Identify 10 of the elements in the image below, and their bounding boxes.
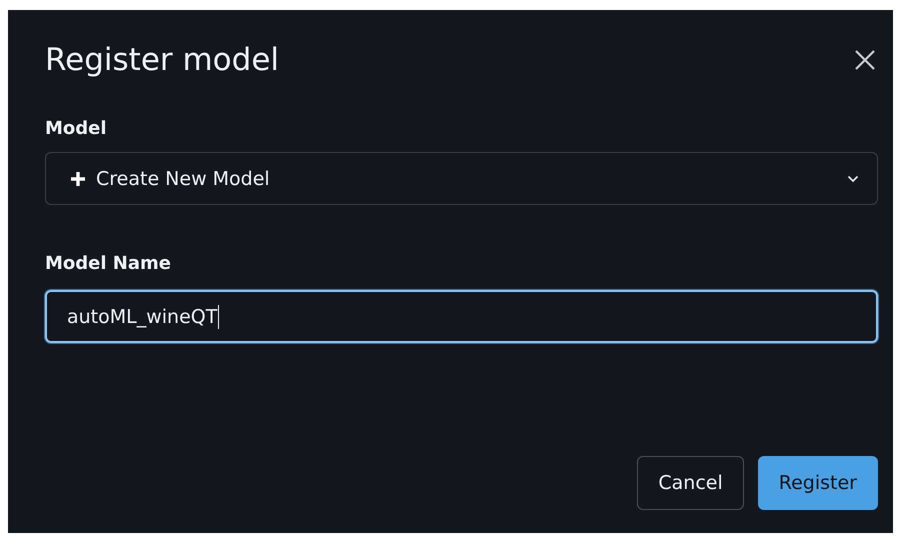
chevron-down-icon <box>847 174 859 182</box>
register-button[interactable]: Register <box>758 456 878 510</box>
model-dropdown[interactable]: Create New Model <box>45 152 878 205</box>
plus-icon <box>70 170 86 186</box>
dialog-title: Register model <box>45 42 280 78</box>
model-name-field[interactable]: autoML_wineQT <box>45 290 878 343</box>
field-label: Model <box>45 118 108 139</box>
cancel-button[interactable]: Cancel <box>637 456 744 510</box>
field-label: Model Name <box>45 253 172 274</box>
close-icon[interactable] <box>854 49 876 71</box>
